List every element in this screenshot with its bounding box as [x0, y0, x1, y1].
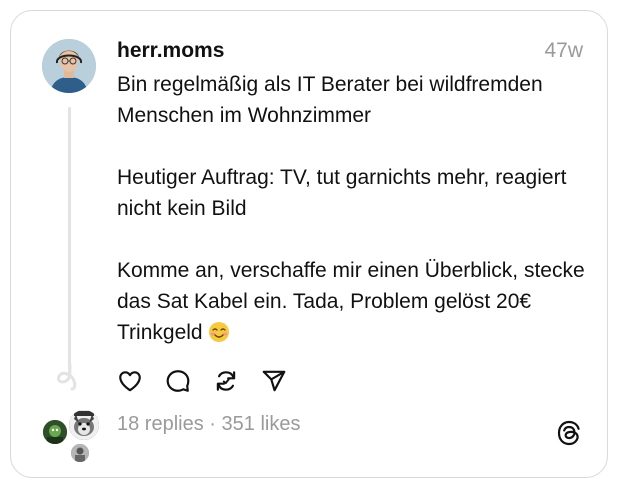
repost-button[interactable]: [213, 368, 239, 394]
repost-icon: [216, 371, 236, 391]
threads-logo-icon[interactable]: [555, 419, 583, 447]
heart-icon: [119, 371, 141, 392]
stats-separator: ·: [209, 413, 216, 435]
post-paragraph: Komme an, verschaffe mir einen Überblick…: [117, 255, 597, 348]
post-text: Bin regelmäßig als IT Berater bei wildfr…: [117, 69, 597, 348]
post-card: herr.moms 47w Bin regelmäßig als IT Bera…: [10, 10, 608, 478]
avatar-image: [42, 39, 96, 93]
send-icon: [262, 370, 286, 392]
reply-avatar-image: [69, 410, 99, 440]
comment-bubble-icon: [166, 370, 190, 392]
reply-avatar: [41, 418, 69, 446]
post-paragraph: Heutiger Auftrag: TV, tut garnichts mehr…: [117, 166, 567, 220]
username[interactable]: herr.moms: [117, 39, 224, 63]
replies-count[interactable]: 18 replies: [117, 413, 204, 435]
smiling-face-emoji: [209, 322, 230, 342]
reply-button[interactable]: [165, 368, 191, 394]
author-avatar[interactable]: [42, 39, 96, 93]
reply-avatar-image: [43, 420, 67, 444]
action-bar: [117, 367, 309, 395]
share-button[interactable]: [261, 368, 287, 394]
reply-avatar-image: [71, 444, 89, 462]
likes-count[interactable]: 351 likes: [222, 413, 301, 435]
thread-line: [68, 107, 71, 377]
timestamp: 47w: [544, 39, 583, 62]
post-paragraph: Bin regelmäßig als IT Berater bei wildfr…: [117, 73, 543, 127]
reply-avatar: [69, 442, 91, 464]
post-stats: 18 replies · 351 likes: [117, 413, 300, 436]
like-button[interactable]: [117, 368, 143, 394]
reply-avatar: [67, 408, 101, 442]
reply-avatars[interactable]: [37, 408, 107, 464]
thread-loop-icon: [56, 363, 77, 391]
